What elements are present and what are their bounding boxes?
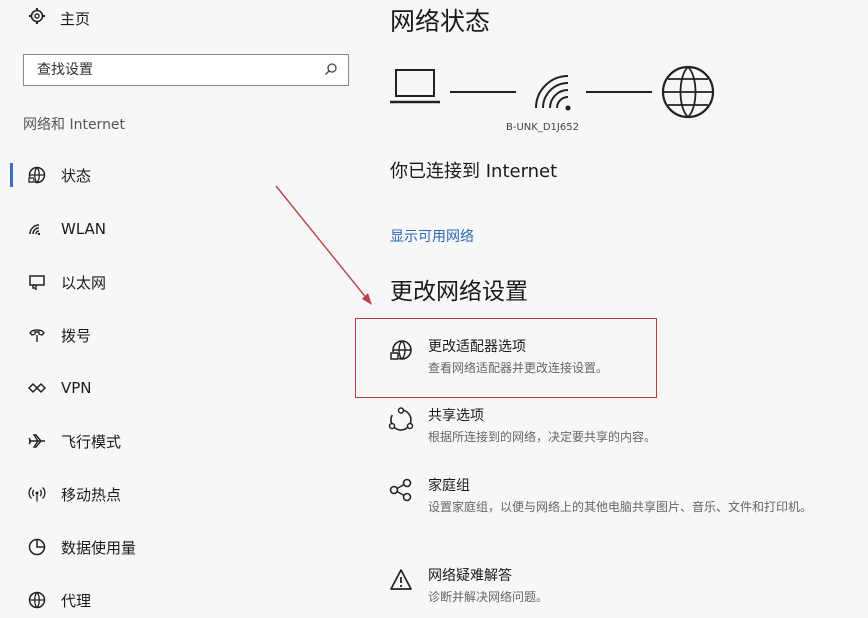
option-title: 共享选项 [428, 408, 484, 424]
home-label: 主页 [60, 9, 91, 28]
search-icon[interactable] [324, 61, 338, 80]
warning-icon [388, 567, 414, 593]
option-troubleshoot[interactable]: 网络疑难解答 诊断并解决网络问题。 [388, 565, 858, 606]
ethernet-icon [27, 272, 47, 292]
sidebar-item-label: WLAN [61, 220, 107, 238]
page-title: 网络状态 [390, 7, 491, 36]
sidebar-item-label: VPN [61, 379, 92, 397]
airplane-icon [27, 431, 47, 451]
connection-status: 你已连接到 Internet [390, 161, 558, 182]
homegroup-icon [388, 477, 414, 503]
option-title: 家庭组 [428, 478, 470, 494]
sidebar-item-label: 数据使用量 [61, 538, 137, 557]
section-label: 网络和 Internet [23, 117, 126, 133]
proxy-globe-icon [27, 590, 47, 610]
sidebar-item-airplane-mode[interactable]: 飞行模式 [27, 427, 347, 455]
option-description: 设置家庭组，以便与网络上的其他电脑共享图片、音乐、文件和打印机。 [428, 500, 813, 514]
network-name: B-UNK_D1J652 [506, 122, 579, 133]
sidebar-item-label: 状态 [61, 166, 92, 185]
sharing-icon [388, 407, 414, 433]
sidebar-item-label: 飞行模式 [61, 432, 122, 451]
laptop-icon [390, 69, 440, 104]
wifi-icon [27, 219, 47, 239]
sidebar-item-ethernet[interactable]: 以太网 [27, 268, 347, 296]
data-usage-icon [27, 537, 47, 557]
sidebar-item-label: 以太网 [61, 273, 107, 292]
hotspot-icon [27, 484, 47, 504]
sidebar-item-vpn[interactable]: VPN [27, 374, 347, 402]
sidebar-item-wlan[interactable]: WLAN [27, 215, 347, 243]
sidebar-item-dialup[interactable]: 拨号 [27, 321, 347, 349]
search-box[interactable] [23, 54, 349, 86]
sidebar-item-proxy[interactable]: 代理 [27, 586, 347, 614]
status-globe-icon [27, 165, 47, 185]
option-description: 诊断并解决网络问题。 [428, 590, 549, 604]
show-available-networks-link[interactable]: 显示可用网络 [390, 226, 474, 246]
sidebar: 主页 网络和 Internet 状态 WLAN 以太网 拨号 [0, 0, 370, 618]
wifi-router-icon [535, 75, 571, 111]
main-panel: 网络状态 B-UNK_D1J652 你已连接到 Internet 显示可用网络 … [370, 0, 868, 618]
gear-icon [28, 7, 46, 29]
option-description: 根据所连接到的网络，决定要共享的内容。 [428, 430, 657, 444]
sidebar-item-label: 代理 [61, 591, 92, 610]
sidebar-item-label: 拨号 [61, 326, 92, 345]
active-indicator [10, 163, 13, 187]
sidebar-item-label: 移动热点 [61, 485, 122, 504]
internet-globe-icon [661, 65, 715, 119]
network-diagram: B-UNK_D1J652 [388, 62, 728, 140]
highlight-box [355, 318, 657, 398]
dialup-icon [27, 325, 47, 345]
change-network-settings-heading: 更改网络设置 [390, 279, 528, 305]
vpn-icon [27, 378, 47, 398]
sidebar-item-status[interactable]: 状态 [27, 161, 347, 189]
sidebar-item-data-usage[interactable]: 数据使用量 [27, 533, 347, 561]
search-input[interactable] [37, 62, 307, 78]
sidebar-item-hotspot[interactable]: 移动热点 [27, 480, 347, 508]
option-title: 网络疑难解答 [428, 568, 512, 584]
option-sharing[interactable]: 共享选项 根据所连接到的网络，决定要共享的内容。 [388, 405, 858, 446]
home-nav-item[interactable]: 主页 [28, 6, 90, 30]
option-homegroup[interactable]: 家庭组 设置家庭组，以便与网络上的其他电脑共享图片、音乐、文件和打印机。 [388, 475, 858, 516]
